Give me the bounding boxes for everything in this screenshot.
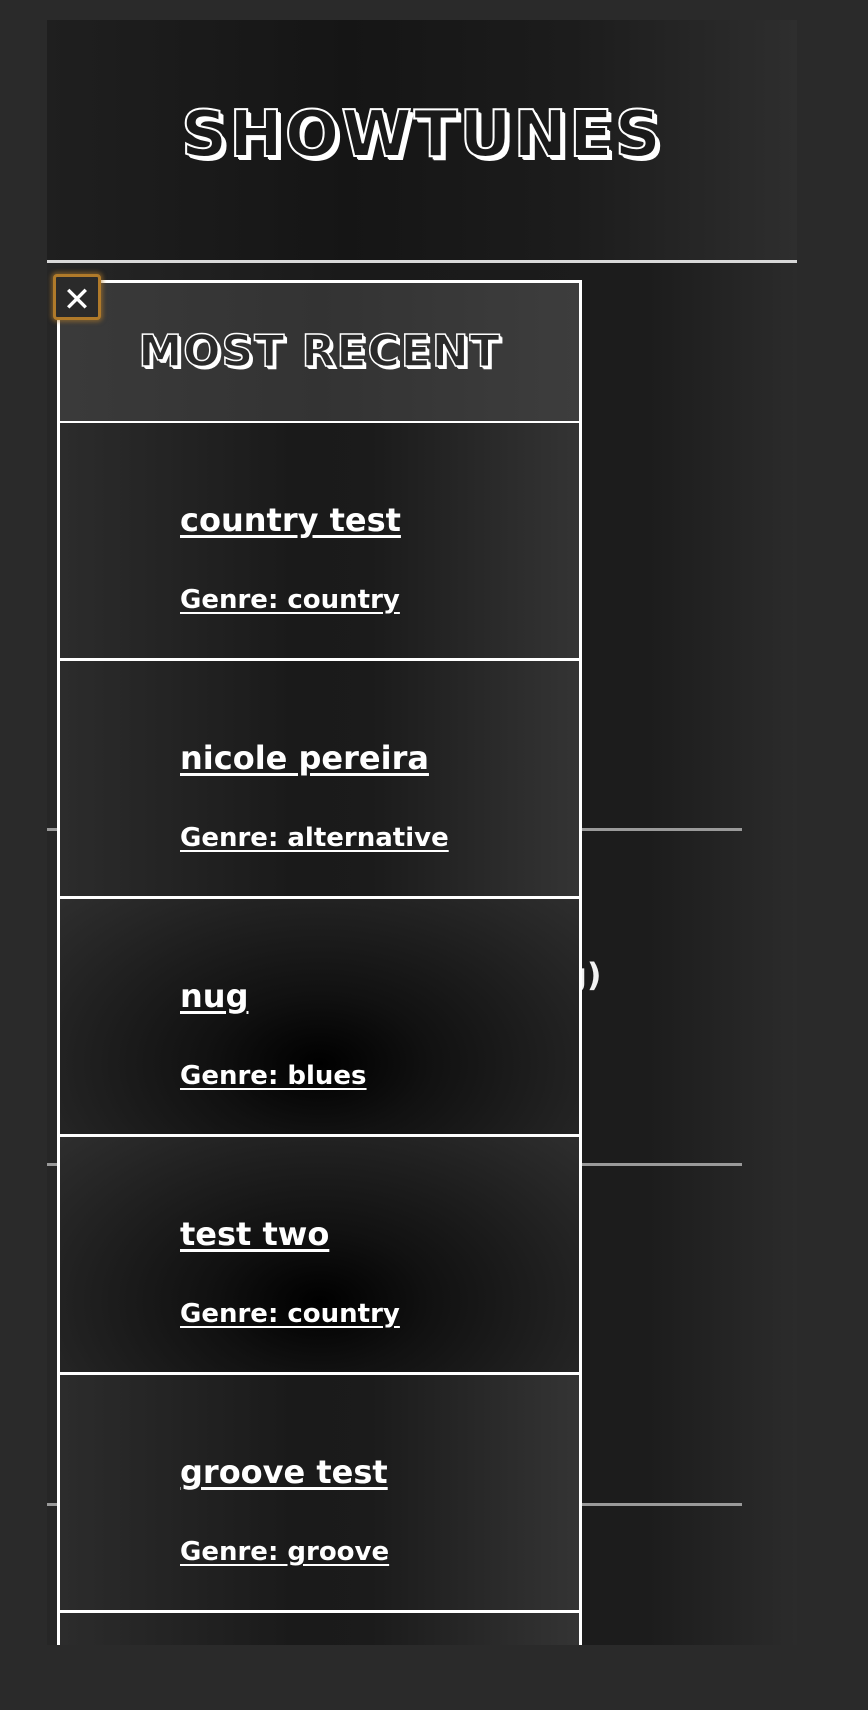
list-item-partial[interactable] <box>60 1613 579 1645</box>
item-genre-link[interactable]: Genre: groove <box>180 1537 389 1567</box>
item-genre-link[interactable]: Genre: alternative <box>180 823 449 853</box>
item-title-link[interactable]: country test <box>180 501 401 539</box>
list-item[interactable]: country test Genre: country <box>60 423 579 661</box>
list-item[interactable]: nug Genre: blues <box>60 899 579 1137</box>
list-item[interactable]: groove test Genre: groove <box>60 1375 579 1613</box>
close-icon: ✕ <box>62 280 92 320</box>
list-item[interactable]: nicole pereira Genre: alternative <box>60 661 579 899</box>
item-title-link[interactable]: nicole pereira <box>180 739 429 777</box>
item-title-link[interactable]: test two <box>180 1215 329 1253</box>
most-recent-drawer: ✕ MOST RECENT country test Genre: countr… <box>53 274 582 1645</box>
item-genre-link[interactable]: Genre: country <box>180 1299 400 1329</box>
site-header: SHOWTUNES <box>47 20 797 263</box>
site-title[interactable]: SHOWTUNES <box>47 97 797 173</box>
item-genre-link[interactable]: Genre: country <box>180 585 400 615</box>
list-item[interactable]: test two Genre: country <box>60 1137 579 1375</box>
close-button[interactable]: ✕ <box>53 274 101 320</box>
item-title-link[interactable]: groove test <box>180 1453 388 1491</box>
drawer-header: ✕ MOST RECENT <box>53 274 579 423</box>
item-genre-link[interactable]: Genre: blues <box>180 1061 367 1091</box>
item-title-link[interactable]: nug <box>180 977 248 1015</box>
page-container: SHOWTUNES . g) ✕ MOST RECENT country tes… <box>47 20 797 1645</box>
drawer-title: MOST RECENT <box>138 325 501 378</box>
